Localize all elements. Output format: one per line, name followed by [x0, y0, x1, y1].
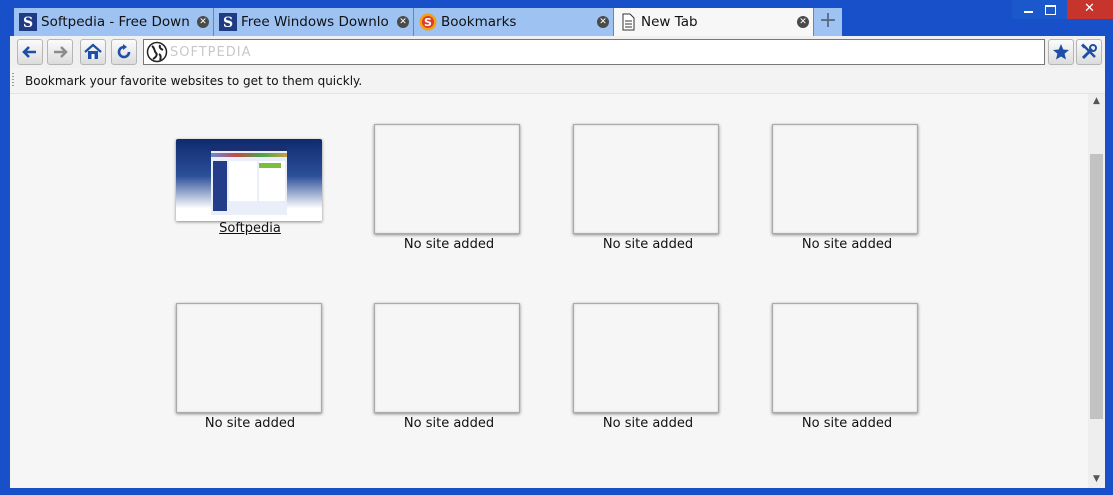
speed-dial-label: No site added [801, 237, 893, 252]
tab-title: Softpedia - Free Downl… [41, 14, 189, 30]
wrench-screwdriver-icon [1081, 43, 1097, 60]
back-button[interactable] [17, 39, 43, 65]
tab-close-icon[interactable]: ✕ [197, 16, 209, 28]
speed-dial-tile-empty[interactable] [573, 124, 719, 234]
back-arrow-icon [22, 46, 36, 58]
scroll-up-icon[interactable]: ▲ [1088, 94, 1105, 108]
maximize-button[interactable] [1033, 0, 1067, 19]
vertical-scrollbar[interactable]: ▲ ▼ [1088, 94, 1105, 488]
new-tab-page: Softpedia No site added No site added No… [10, 93, 1105, 488]
speed-dial-label: No site added [602, 237, 694, 252]
speed-dial-label: No site added [602, 416, 694, 431]
speed-dial-label: No site added [403, 237, 495, 252]
speed-dial-tile-empty[interactable] [374, 303, 520, 413]
close-window-button[interactable]: ✕ [1067, 0, 1113, 19]
address-watermark: SOFTPEDIA [170, 45, 252, 60]
speed-dial-label: No site added [204, 416, 296, 431]
home-button[interactable] [80, 39, 106, 65]
speed-dial-label: No site added [801, 416, 893, 431]
tab-free-windows-downloads[interactable]: S Free Windows Downloa… ✕ [214, 8, 414, 36]
tab-title: Bookmarks [441, 14, 517, 30]
toolbar-grip[interactable] [12, 73, 14, 88]
close-icon: ✕ [1084, 1, 1095, 16]
scroll-down-icon[interactable]: ▼ [1088, 472, 1105, 486]
tab-close-icon[interactable]: ✕ [797, 16, 809, 28]
tools-button[interactable] [1076, 39, 1102, 65]
bookmarks-icon: S [419, 13, 437, 31]
softpedia-s-icon: S [219, 13, 237, 31]
reload-icon [117, 44, 131, 59]
speed-dial-tile-empty[interactable] [573, 303, 719, 413]
speed-dial-tile-empty[interactable] [772, 303, 918, 413]
thumbnail-page-preview [211, 145, 287, 215]
page-icon [622, 13, 635, 31]
softpedia-s-icon: S [19, 13, 37, 31]
reload-button[interactable] [111, 39, 137, 65]
bookmarks-bar: Bookmark your favorite websites to get t… [10, 68, 1105, 93]
star-icon [1053, 44, 1069, 60]
speed-dial-tile-softpedia[interactable] [176, 139, 322, 221]
new-tab-button[interactable]: + [814, 8, 842, 36]
speed-dial-tile-empty[interactable] [374, 124, 520, 234]
speed-dial-tile-empty[interactable] [772, 124, 918, 234]
address-bar[interactable]: SOFTPEDIA [143, 39, 1045, 65]
svg-text:S: S [424, 16, 432, 29]
tab-close-icon[interactable]: ✕ [397, 16, 409, 28]
tab-softpedia[interactable]: S Softpedia - Free Downl… ✕ [14, 8, 214, 36]
plus-icon: + [818, 8, 838, 33]
forward-arrow-icon [54, 46, 68, 58]
tab-title: Free Windows Downloa… [241, 14, 389, 30]
svg-text:S: S [223, 15, 233, 31]
site-thumbnail [176, 139, 322, 221]
tab-bookmarks[interactable]: S Bookmarks ✕ [414, 8, 614, 36]
tab-title: New Tab [641, 14, 698, 30]
tab-strip: S Softpedia - Free Downl… ✕ S Free Windo… [14, 8, 814, 36]
forward-button[interactable] [47, 39, 73, 65]
tab-close-icon[interactable]: ✕ [597, 16, 609, 28]
svg-text:S: S [23, 15, 33, 31]
speed-dial-tile-empty[interactable] [176, 303, 322, 413]
globe-icon [146, 41, 168, 63]
tab-new-tab[interactable]: New Tab ✕ [614, 8, 814, 36]
maximize-icon [1045, 5, 1056, 15]
home-icon [84, 43, 102, 59]
scrollbar-thumb[interactable] [1090, 154, 1103, 419]
speed-dial-label[interactable]: Softpedia [160, 221, 340, 236]
navigation-toolbar: SOFTPEDIA [10, 36, 1105, 68]
bookmark-star-button[interactable] [1048, 39, 1074, 65]
speed-dial-label: No site added [403, 416, 495, 431]
bookmarks-bar-message: Bookmark your favorite websites to get t… [25, 74, 363, 88]
